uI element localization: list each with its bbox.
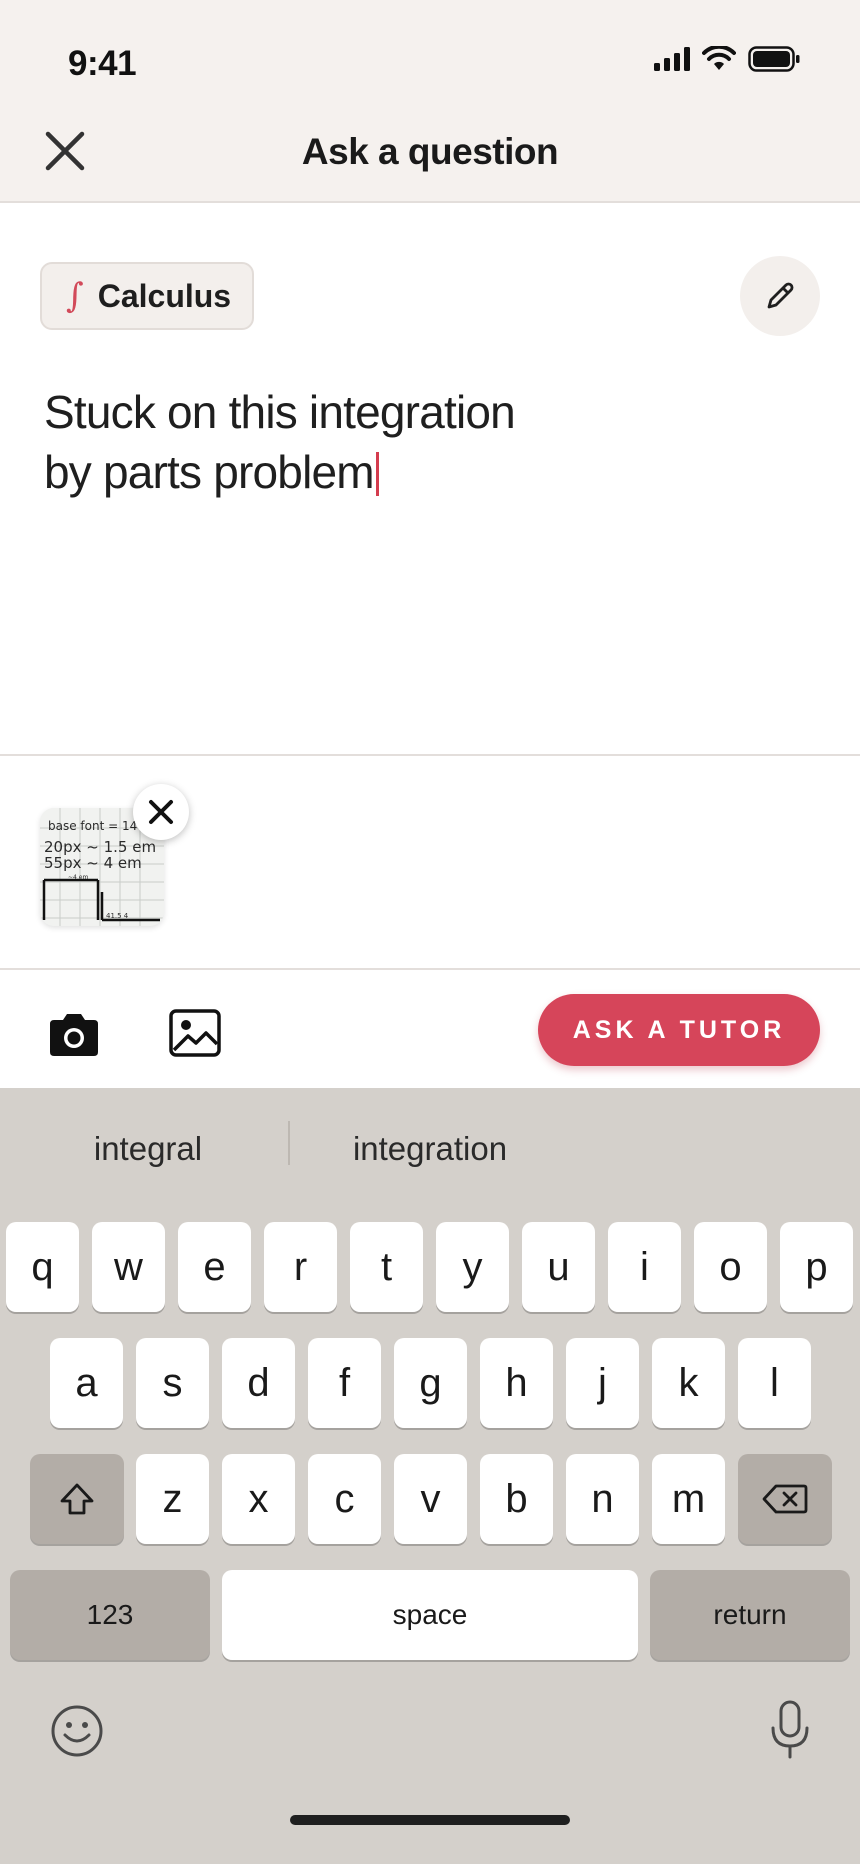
home-indicator[interactable] (290, 1815, 570, 1825)
backspace-key[interactable] (738, 1454, 832, 1544)
emoji-icon[interactable] (50, 1704, 104, 1758)
key-y[interactable]: y (436, 1222, 509, 1312)
key-k[interactable]: k (652, 1338, 725, 1428)
note-line-1: base font = 14 (48, 819, 137, 833)
keyboard: integral integration q w e r t y u i o p… (0, 1088, 860, 1864)
key-z[interactable]: z (136, 1454, 209, 1544)
image-icon[interactable] (168, 1006, 222, 1060)
shift-key[interactable] (30, 1454, 124, 1544)
microphone-icon[interactable] (768, 1700, 812, 1760)
subject-chip[interactable]: ∫ Calculus (40, 262, 254, 330)
key-x[interactable]: x (222, 1454, 295, 1544)
pencil-icon (767, 282, 794, 309)
wifi-icon (702, 46, 736, 70)
note-line-5: 41.5 4 (106, 912, 129, 920)
status-time: 9:41 (68, 44, 137, 83)
key-d[interactable]: d (222, 1338, 295, 1428)
key-v[interactable]: v (394, 1454, 467, 1544)
subject-label: Calculus (97, 277, 232, 314)
key-o[interactable]: o (694, 1222, 767, 1312)
camera-icon[interactable] (46, 1012, 102, 1060)
key-e[interactable]: e (178, 1222, 251, 1312)
backspace-icon (762, 1484, 808, 1514)
divider (0, 754, 860, 756)
note-line-3: 55px ~ 4 em (44, 854, 142, 872)
suggestion-integration[interactable]: integration (290, 1130, 570, 1168)
divider (0, 968, 860, 970)
battery-icon (748, 46, 800, 72)
shift-icon (60, 1483, 94, 1515)
page-title: Ask a question (301, 131, 559, 172)
space-key[interactable]: space (222, 1570, 638, 1660)
key-w[interactable]: w (92, 1222, 165, 1312)
key-q[interactable]: q (6, 1222, 79, 1312)
key-i[interactable]: i (608, 1222, 681, 1312)
close-icon (149, 800, 173, 824)
return-key[interactable]: return (650, 1570, 850, 1660)
key-l[interactable]: l (738, 1338, 811, 1428)
key-b[interactable]: b (480, 1454, 553, 1544)
key-p[interactable]: p (780, 1222, 853, 1312)
ask-a-tutor-button[interactable]: ASK A TUTOR (538, 994, 820, 1066)
key-n[interactable]: n (566, 1454, 639, 1544)
key-g[interactable]: g (394, 1338, 467, 1428)
status-icons (654, 46, 800, 72)
key-h[interactable]: h (480, 1338, 553, 1428)
question-line-2: by parts problem (44, 446, 375, 498)
key-f[interactable]: f (308, 1338, 381, 1428)
numbers-key[interactable]: 123 (10, 1570, 210, 1660)
cellular-signal-icon (654, 47, 690, 71)
text-cursor (375, 452, 379, 496)
remove-attachment-button[interactable] (133, 784, 189, 840)
question-line-1: Stuck on this integration (44, 386, 516, 438)
key-a[interactable]: a (50, 1338, 123, 1428)
key-c[interactable]: c (308, 1454, 381, 1544)
integral-icon: ∫ (66, 276, 84, 316)
top-bar: 9:41 Ask a question (0, 0, 860, 203)
question-input[interactable]: Stuck on this integration by parts probl… (44, 382, 764, 502)
suggestion-integral[interactable]: integral (8, 1130, 288, 1168)
key-j[interactable]: j (566, 1338, 639, 1428)
key-s[interactable]: s (136, 1338, 209, 1428)
key-u[interactable]: u (522, 1222, 595, 1312)
key-t[interactable]: t (350, 1222, 423, 1312)
key-m[interactable]: m (652, 1454, 725, 1544)
key-r[interactable]: r (264, 1222, 337, 1312)
edit-button[interactable] (740, 256, 820, 336)
